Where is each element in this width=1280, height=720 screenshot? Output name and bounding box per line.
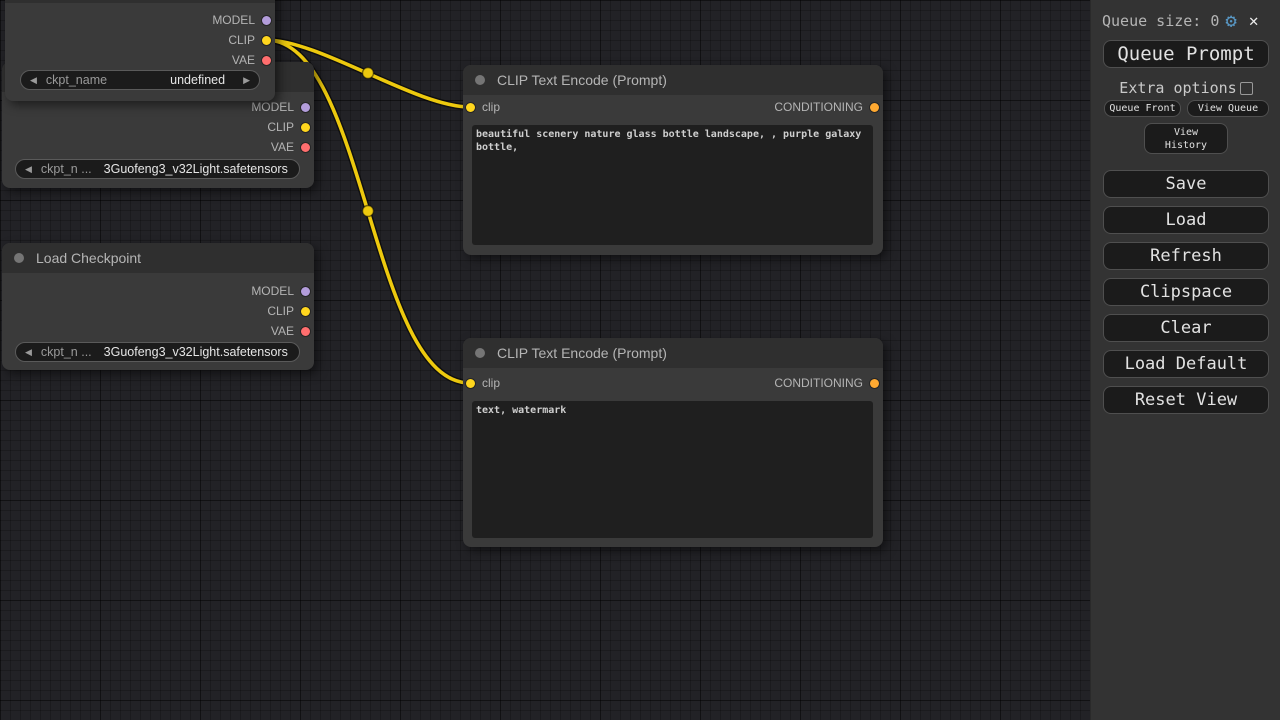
node-editor-canvas[interactable]: { "titles": { "load_checkpoint": "Load C… [0,0,1280,720]
node-title: CLIP Text Encode (Prompt) [497,72,667,88]
refresh-button[interactable]: Refresh [1103,242,1269,270]
slot-label: VAE [271,140,294,154]
node-title-bar[interactable]: CLIP Text Encode (Prompt) [463,65,883,95]
widget-value: 3Guofeng3_v32Light.safetensors [104,345,288,359]
load-checkpoint-node-top[interactable]: MODEL CLIP VAE ◀ ckpt_name undefined ▶ [5,0,275,101]
menu-header: Queue size: 0 ⚙ ✕ [1102,10,1270,32]
widget-label: ckpt_n ... [41,162,92,176]
output-slot-clip: CLIP [228,31,271,49]
reset-view-button[interactable]: Reset View [1103,386,1269,414]
clip-text-encode-node-negative[interactable]: CLIP Text Encode (Prompt) clip CONDITION… [463,338,883,547]
clear-button[interactable]: Clear [1103,314,1269,342]
ckpt-name-widget[interactable]: ◀ ckpt_n ... 3Guofeng3_v32Light.safetens… [15,342,300,362]
slot-label: VAE [232,53,255,67]
widget-label: ckpt_name [46,73,107,87]
slot-label: MODEL [251,100,294,114]
node-title-bar[interactable]: Load Checkpoint [2,243,314,273]
model-output-dot[interactable] [262,16,271,25]
model-output-dot[interactable] [301,287,310,296]
vae-output-dot[interactable] [301,143,310,152]
collapse-dot-icon[interactable] [475,348,485,358]
prompt-textarea[interactable]: text, watermark [472,401,873,538]
load-default-button[interactable]: Load Default [1103,350,1269,378]
close-icon[interactable]: ✕ [1249,13,1259,29]
clip-output-dot[interactable] [262,36,271,45]
conditioning-output-dot[interactable] [870,103,879,112]
extra-options-label: Extra options [1119,79,1236,97]
widget-left-arrow-icon[interactable]: ◀ [25,164,32,175]
queue-size-label: Queue size: 0 [1102,12,1219,30]
slot-label: clip [482,376,500,390]
node-title-bar[interactable]: CLIP Text Encode (Prompt) [463,338,883,368]
slot-label: CLIP [267,120,294,134]
widget-left-arrow-icon[interactable]: ◀ [25,347,32,358]
clip-output-dot[interactable] [301,123,310,132]
slot-label: CLIP [267,304,294,318]
node-title: CLIP Text Encode (Prompt) [497,345,667,361]
collapse-dot-icon[interactable] [14,253,24,263]
input-slot-clip: clip [466,98,500,116]
input-slot-clip: clip [466,374,500,392]
vae-output-dot[interactable] [262,56,271,65]
widget-left-arrow-icon[interactable]: ◀ [30,75,37,86]
slot-label: CONDITIONING [774,376,863,390]
collapse-dot-icon[interactable] [475,75,485,85]
output-slot-clip: CLIP [267,302,310,320]
comfy-menu-panel: Queue size: 0 ⚙ ✕ Queue Prompt Extra opt… [1090,0,1280,720]
output-slot-model: MODEL [212,11,271,29]
prompt-textarea[interactable]: beautiful scenery nature glass bottle la… [472,125,873,245]
output-slot-model: MODEL [251,282,310,300]
slot-label: VAE [271,324,294,338]
clip-text-encode-node-positive[interactable]: CLIP Text Encode (Prompt) clip CONDITION… [463,65,883,255]
load-button[interactable]: Load [1103,206,1269,234]
load-checkpoint-node[interactable]: Load Checkpoint MODEL CLIP VAE ◀ ckpt_n … [2,243,314,370]
clipspace-button[interactable]: Clipspace [1103,278,1269,306]
widget-value: undefined [170,73,225,87]
extra-options-checkbox[interactable] [1240,82,1253,95]
ckpt-name-widget[interactable]: ◀ ckpt_name undefined ▶ [20,70,260,90]
output-slot-vae: VAE [232,51,271,69]
clip-input-dot[interactable] [466,379,475,388]
slot-label: CONDITIONING [774,100,863,114]
output-slot-vae: VAE [271,322,310,340]
link-midpoint-dot [363,68,374,79]
widget-value: 3Guofeng3_v32Light.safetensors [104,162,288,176]
clip-input-dot[interactable] [466,103,475,112]
output-slot-conditioning: CONDITIONING [774,98,879,116]
view-queue-button[interactable]: View Queue [1187,100,1269,117]
view-history-button[interactable]: View History [1144,123,1228,154]
queue-front-button[interactable]: Queue Front [1104,100,1181,117]
widget-right-arrow-icon[interactable]: ▶ [243,75,250,86]
slot-label: CLIP [228,33,255,47]
gear-icon[interactable]: ⚙ [1225,12,1236,31]
widget-label: ckpt_n ... [41,345,92,359]
output-slot-vae: VAE [271,138,310,156]
extra-options-row: Extra options [1091,79,1280,97]
ckpt-name-widget[interactable]: ◀ ckpt_n ... 3Guofeng3_v32Light.safetens… [15,159,300,179]
slot-label: MODEL [212,13,255,27]
slot-label: MODEL [251,284,294,298]
save-button[interactable]: Save [1103,170,1269,198]
vae-output-dot[interactable] [301,327,310,336]
slot-label: clip [482,100,500,114]
model-output-dot[interactable] [301,103,310,112]
output-slot-clip: CLIP [267,118,310,136]
queue-prompt-button[interactable]: Queue Prompt [1103,40,1269,68]
output-slot-conditioning: CONDITIONING [774,374,879,392]
link-midpoint-dot [363,206,374,217]
node-title-bar[interactable] [5,0,275,3]
node-title: Load Checkpoint [36,250,141,266]
clip-output-dot[interactable] [301,307,310,316]
conditioning-output-dot[interactable] [870,379,879,388]
